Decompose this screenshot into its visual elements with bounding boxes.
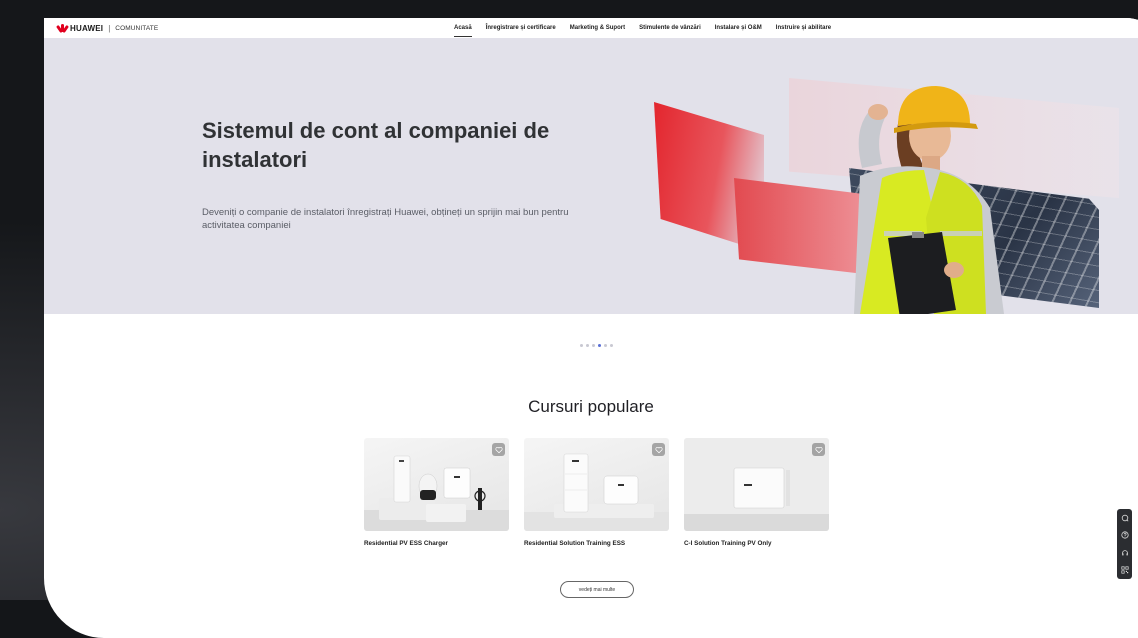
carousel-dot[interactable] [586, 344, 589, 347]
worker-illustration [854, 86, 1004, 314]
course-thumbnail[interactable] [684, 438, 829, 531]
see-more-button[interactable]: vedeți mai multe [560, 581, 634, 598]
brand-name: HUAWEI [70, 23, 104, 33]
hero-title: Sistemul de cont al companiei de instala… [202, 118, 550, 172]
carousel-dot[interactable] [610, 344, 613, 347]
nav-item-stimulente[interactable]: Stimulente de vânzări [639, 18, 701, 38]
heart-icon [494, 446, 503, 453]
carousel-indicator [580, 344, 616, 347]
browser-page: HUAWEI | COMUNITATE Acasă Înregistrare ș… [44, 18, 1138, 638]
carousel-dot[interactable] [604, 344, 607, 347]
product-image [364, 455, 509, 531]
support-icon[interactable] [1120, 548, 1129, 557]
course-title[interactable]: Residential PV ESS Charger [364, 540, 509, 547]
heart-icon [814, 446, 823, 453]
carousel-dot[interactable] [580, 344, 583, 347]
favorite-button[interactable] [492, 443, 505, 456]
nav-item-inregistrare[interactable]: Înregistrare și certificare [486, 18, 556, 38]
heart-icon [654, 446, 663, 453]
hero-description: Deveniți o companie de instalatori înreg… [202, 207, 569, 231]
course-card[interactable]: Residential PV ESS Charger [364, 438, 509, 547]
brand-logo[interactable]: HUAWEI | COMUNITATE [55, 21, 159, 35]
top-navigation: HUAWEI | COMUNITATE Acasă Înregistrare ș… [44, 18, 1138, 39]
course-title[interactable]: Residential Solution Training ESS [524, 540, 669, 547]
nav-item-acasa[interactable]: Acasă [454, 18, 472, 38]
brand-section: COMUNITATE [115, 24, 159, 32]
nav-item-instruire[interactable]: Instruire și abilitare [776, 18, 831, 38]
qr-icon[interactable] [1120, 566, 1129, 575]
brand-separator: | [108, 23, 111, 33]
nav-item-marketing[interactable]: Marketing & Suport [570, 18, 625, 38]
favorite-button[interactable] [652, 443, 665, 456]
course-card[interactable]: C-I Solution Training PV Only [684, 438, 829, 547]
course-title[interactable]: C-I Solution Training PV Only [684, 540, 829, 547]
nav-item-instalare[interactable]: Instalare și O&M [715, 18, 762, 38]
carousel-dot[interactable] [592, 344, 595, 347]
huawei-logo-icon [55, 23, 70, 33]
hero-banner[interactable]: Sistemul de cont al companiei de instala… [44, 38, 1138, 314]
favorite-button[interactable] [812, 443, 825, 456]
chat-icon[interactable] [1120, 513, 1129, 522]
popular-courses-heading: Cursuri populare [528, 397, 654, 416]
course-thumbnail[interactable] [524, 438, 669, 531]
course-card[interactable]: Residential Solution Training ESS [524, 438, 669, 547]
course-thumbnail[interactable] [364, 438, 509, 531]
floating-tools-bar [1117, 509, 1132, 579]
nav-menu: Acasă Înregistrare și certificare Market… [454, 18, 845, 38]
product-image [684, 438, 829, 531]
carousel-dot-active[interactable] [598, 344, 601, 347]
product-image [524, 453, 669, 531]
help-icon[interactable] [1120, 531, 1129, 540]
